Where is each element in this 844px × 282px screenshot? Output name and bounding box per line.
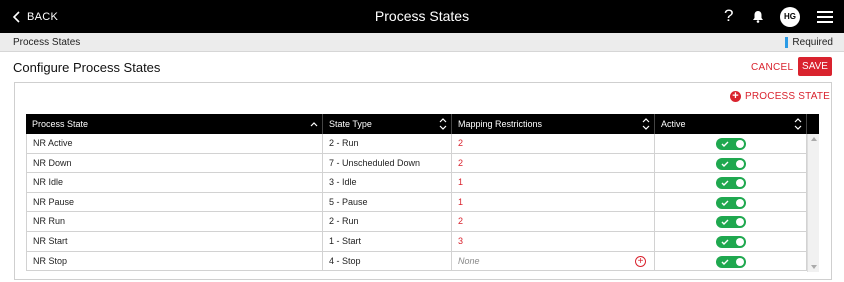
breadcrumb: Process States Required: [0, 33, 844, 52]
mapping-restrictions-link[interactable]: 2: [452, 134, 655, 154]
mapping-restrictions-link[interactable]: 2: [452, 212, 655, 232]
avatar[interactable]: HG: [780, 7, 800, 27]
column-header-process-state[interactable]: Process State: [26, 114, 323, 134]
process-state-cell: NR Idle: [26, 173, 323, 193]
check-icon: [721, 180, 729, 187]
check-icon: [721, 259, 729, 265]
active-toggle[interactable]: [716, 157, 746, 170]
breadcrumb-item: Process States: [13, 37, 81, 48]
mapping-restrictions-link[interactable]: 1: [452, 192, 655, 213]
active-toggle[interactable]: [716, 138, 746, 150]
mapping-restrictions-link[interactable]: 2: [452, 153, 655, 174]
state-type-cell: 1 - Start: [323, 231, 452, 252]
column-header-active[interactable]: Active: [655, 114, 807, 134]
column-header-mapping-restrictions[interactable]: Mapping Restrictions: [452, 114, 655, 134]
add-process-state-label: PROCESS STATE: [745, 91, 831, 102]
chevron-left-icon: [12, 10, 20, 23]
app-title: Process States: [374, 8, 470, 24]
table-row[interactable]: NR Start 1 - Start 3: [26, 231, 807, 252]
bell-icon[interactable]: [752, 10, 764, 23]
state-type-cell: 2 - Run: [323, 134, 452, 154]
hamburger-menu-icon[interactable]: [817, 11, 833, 23]
vertical-scrollbar[interactable]: [807, 134, 819, 272]
cancel-button[interactable]: CANCEL: [751, 62, 793, 73]
back-button[interactable]: BACK: [12, 0, 58, 33]
table-row[interactable]: NR Run 2 - Run 2: [26, 212, 807, 232]
sort-asc-icon[interactable]: [310, 116, 318, 132]
table-row[interactable]: NR Stop 4 - Stop None +: [26, 251, 807, 272]
state-type-cell: 3 - Idle: [323, 173, 452, 193]
check-icon: [721, 141, 729, 147]
active-toggle[interactable]: [716, 177, 746, 190]
scroll-up-icon[interactable]: [811, 137, 817, 141]
top-bar: BACK Process States ? HG: [0, 0, 844, 33]
process-state-cell: NR Pause: [26, 192, 323, 213]
mapping-restrictions-empty: None: [458, 255, 480, 266]
state-type-cell: 4 - Stop: [323, 251, 452, 272]
active-toggle[interactable]: [716, 216, 746, 229]
check-icon: [721, 219, 729, 226]
table-header: Process State State Type Mapping Restric…: [26, 114, 819, 134]
active-toggle[interactable]: [716, 255, 746, 268]
add-process-state-button[interactable]: + PROCESS STATE: [730, 91, 830, 102]
scroll-down-icon[interactable]: [811, 265, 817, 269]
check-icon: [721, 239, 729, 245]
process-state-cell: NR Active: [26, 134, 323, 154]
sort-icon[interactable]: [439, 116, 447, 132]
active-toggle[interactable]: [716, 196, 746, 209]
plus-circle-icon: +: [730, 91, 741, 102]
process-state-cell: NR Down: [26, 153, 323, 174]
table-row[interactable]: NR Pause 5 - Pause 1: [26, 192, 807, 213]
page-title: Configure Process States: [13, 60, 161, 75]
table-body: NR Active 2 - Run 2 NR Down 7 - Unschedu…: [26, 134, 807, 272]
sort-icon[interactable]: [642, 116, 650, 132]
process-state-cell: NR Run: [26, 212, 323, 232]
add-mapping-icon[interactable]: +: [635, 255, 646, 267]
check-icon: [721, 161, 729, 167]
process-state-cell: NR Start: [26, 231, 323, 252]
table-row[interactable]: NR Down 7 - Unscheduled Down 2: [26, 153, 807, 174]
column-header-state-type[interactable]: State Type: [323, 114, 452, 134]
process-state-cell: NR Stop: [26, 251, 323, 272]
save-button[interactable]: SAVE: [798, 57, 832, 76]
table-row[interactable]: NR Idle 3 - Idle 1: [26, 173, 807, 193]
state-type-cell: 2 - Run: [323, 212, 452, 232]
help-icon[interactable]: ?: [724, 6, 733, 26]
state-type-cell: 5 - Pause: [323, 192, 452, 213]
state-type-cell: 7 - Unscheduled Down: [323, 153, 452, 174]
check-icon: [721, 200, 729, 206]
mapping-restrictions-link[interactable]: 1: [452, 173, 655, 193]
back-label: BACK: [27, 10, 59, 23]
mapping-restrictions-link[interactable]: 3: [452, 231, 655, 252]
table-row[interactable]: NR Active 2 - Run 2: [26, 134, 807, 154]
sort-icon[interactable]: [794, 116, 802, 132]
active-toggle[interactable]: [716, 235, 746, 248]
required-legend: Required: [785, 37, 833, 48]
